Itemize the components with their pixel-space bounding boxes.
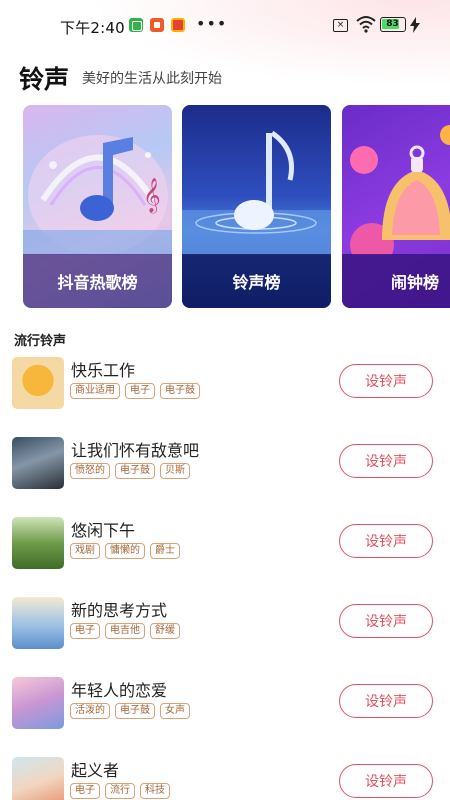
song-tags: 电子 流行 科技 [70, 783, 170, 799]
status-bar: 下午2:40 ••• × 83 [0, 0, 450, 52]
song-tag: 电子鼓 [160, 383, 200, 399]
song-tag: 电子鼓 [115, 703, 155, 719]
song-tags: 戏剧 慵懒的 爵士 [70, 543, 180, 559]
song-tags: 活泼的 电子鼓 女声 [70, 703, 190, 719]
section-title: 流行铃声 [14, 334, 67, 349]
song-tag: 舒缓 [150, 623, 180, 639]
song-cover-image [12, 757, 64, 800]
wifi-icon [356, 16, 376, 33]
page-title: 铃声 [19, 65, 70, 94]
song-cover-image [12, 437, 64, 489]
song-list-item[interactable]: 让我们怀有敌意吧 愤怒的 电子鼓 贝斯 设铃声 [0, 437, 450, 497]
song-list-item[interactable]: 快乐工作商业适用 电子 电子鼓 设铃声 [0, 357, 450, 417]
category-label: 铃声榜 [182, 254, 331, 308]
song-tag: 戏剧 [70, 543, 100, 559]
song-title: 让我们怀有敌意吧 [71, 441, 200, 460]
song-list-item[interactable]: 起义者电子 流行 科技 设铃声 [0, 757, 450, 800]
music-note-water-art [182, 130, 331, 255]
page-subtitle: 美好的生活从此刻开始 [82, 71, 222, 87]
battery-icon: 83 [380, 17, 406, 32]
song-tag: 女声 [160, 703, 190, 719]
song-cover-image [12, 517, 64, 569]
song-tags: 电子 电吉他 舒缓 [70, 623, 180, 639]
song-tag: 电子 [125, 383, 155, 399]
status-time: 下午2:40 [60, 19, 125, 37]
song-title: 悠闲下午 [71, 521, 136, 540]
song-cover-image [12, 357, 64, 409]
song-list-item[interactable]: 新的思考方式 电子 电吉他 舒缓 设铃声 [0, 597, 450, 657]
set-ringtone-button[interactable]: 设铃声 [339, 444, 433, 478]
song-tag: 电吉他 [105, 623, 145, 639]
song-tag: 科技 [140, 783, 170, 799]
music-note-art: 𝄞 [23, 135, 172, 255]
category-card-ringtone[interactable]: 铃声榜 [182, 105, 331, 308]
set-ringtone-button[interactable]: 设铃声 [339, 364, 433, 398]
song-tag: 愤怒的 [70, 463, 110, 479]
song-tag: 电子 [70, 623, 100, 639]
set-ringtone-button[interactable]: 设铃声 [339, 764, 433, 798]
song-tag: 贝斯 [160, 463, 190, 479]
song-list-item[interactable]: 悠闲下午戏剧 慵懒的 爵士 设铃声 [0, 517, 450, 577]
song-tag: 流行 [105, 783, 135, 799]
song-title: 起义者 [71, 761, 120, 780]
song-cover-image [12, 597, 64, 649]
bell-art [350, 125, 450, 255]
song-tag: 活泼的 [70, 703, 110, 719]
song-tag: 慵懒的 [105, 543, 145, 559]
song-tag: 电子 [70, 783, 100, 799]
song-tags: 商业适用 电子 电子鼓 [70, 383, 200, 399]
category-card-alarm[interactable]: 闹钟榜 [342, 105, 450, 308]
song-title: 快乐工作 [71, 361, 136, 380]
song-title: 新的思考方式 [71, 601, 168, 620]
battery-level: 83 [386, 19, 399, 29]
set-ringtone-button[interactable]: 设铃声 [339, 524, 433, 558]
song-tags: 愤怒的 电子鼓 贝斯 [70, 463, 190, 479]
song-tag: 商业适用 [70, 383, 120, 399]
song-title: 年轻人的恋爱 [71, 681, 168, 700]
set-ringtone-button[interactable]: 设铃声 [339, 684, 433, 718]
song-tag: 爵士 [150, 543, 180, 559]
song-cover-image [12, 677, 64, 729]
set-ringtone-button[interactable]: 设铃声 [339, 604, 433, 638]
app-icon-green [129, 18, 143, 32]
category-card-douyin[interactable]: 𝄞 抖音热歌榜 [23, 105, 172, 308]
category-label: 抖音热歌榜 [23, 254, 172, 308]
sim-off-icon: × [333, 19, 348, 32]
app-icon-orange [150, 18, 164, 32]
svg-text:𝄞: 𝄞 [143, 178, 161, 214]
charging-bolt-icon [410, 17, 420, 33]
category-label: 闹钟榜 [342, 254, 450, 308]
app-icon-red [171, 18, 185, 32]
song-list-item[interactable]: 年轻人的恋爱 活泼的 电子鼓 女声 设铃声 [0, 677, 450, 737]
more-dots-icon: ••• [196, 14, 228, 33]
song-tag: 电子鼓 [115, 463, 155, 479]
